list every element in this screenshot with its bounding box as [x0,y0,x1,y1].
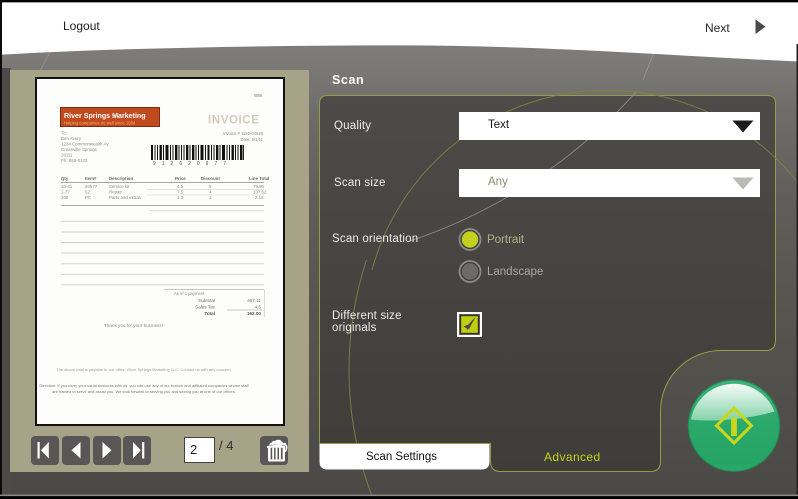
svg-text:Description: Description [109,176,133,181]
svg-text:INVOICE: INVOICE [208,115,260,127]
svg-text:Sales Tax: Sales Tax [195,305,216,310]
svg-text:Discount: Discount [201,176,220,181]
svg-text:Service kit: Service kit [109,184,130,189]
svg-text:79.95: 79.95 [253,184,265,189]
svg-text:4.5: 4.5 [177,184,184,189]
svg-text:Repair: Repair [109,190,122,195]
svg-text:107.62: 107.62 [253,190,267,195]
svg-text:457.11: 457.11 [247,298,261,303]
svg-text:5: 5 [209,184,212,189]
svg-text:4: 4 [209,190,212,195]
svg-text:Total: Total [204,311,215,316]
svg-text:Invoice # 1192-04528: Invoice # 1192-04528 [223,131,264,136]
svg-text:10-41: 10-41 [61,184,73,189]
svg-text:Thank you for your business!: Thank you for your business! [104,323,163,328]
svg-text:Item#: Item# [85,176,97,181]
svg-text:2.16: 2.16 [255,195,264,200]
svg-text:1: 1 [209,195,212,200]
svg-text:To:: To: [61,131,67,136]
svg-text:Ph: 555-0123: Ph: 555-0123 [61,158,88,163]
svg-text:Direction: If you carry your u: Direction: If you carry your usual busin… [39,383,249,388]
svg-text:20111: 20111 [61,153,73,158]
svg-text:162.00: 162.00 [247,311,261,316]
svg-text:Date: 6/1/11: Date: 6/1/11 [240,137,263,142]
svg-text:Subtotal: Subtotal [198,298,215,303]
svg-text:Helping companies do well sinc: Helping companies do well since 1984 [64,121,136,126]
svg-text:7.5: 7.5 [177,190,184,195]
svg-text:Price: Price [175,176,186,181]
svg-text:52: 52 [85,190,90,195]
svg-text:20577: 20577 [85,184,98,189]
svg-text:4.5: 4.5 [255,305,262,310]
svg-text:The above total is payable to: The above total is payable to our office… [56,367,232,372]
svg-text:River Springs Marketing: River Springs Marketing [64,112,146,120]
svg-text:Greenville Springs: Greenville Springs [61,147,98,152]
svg-text:Line Total: Line Total [249,176,269,181]
svg-text:1.3: 1.3 [177,195,184,200]
svg-text:1-77: 1-77 [61,190,70,195]
svg-text:Ben Avery: Ben Avery [61,136,82,141]
svg-text:1234 Commonwealth Av.: 1234 Commonwealth Av. [61,142,109,147]
svg-text:As of 1 payment: As of 1 payment [174,291,205,296]
svg-text:Qty: Qty [61,176,69,181]
svg-text:are trained to serve and assis: are trained to serve and assist you. We … [52,389,236,394]
svg-text:912620977: 912620977 [153,161,232,167]
svg-text:Parts and extras: Parts and extras [109,195,142,200]
svg-text:PC: PC [85,195,91,200]
svg-text:200: 200 [61,195,69,200]
